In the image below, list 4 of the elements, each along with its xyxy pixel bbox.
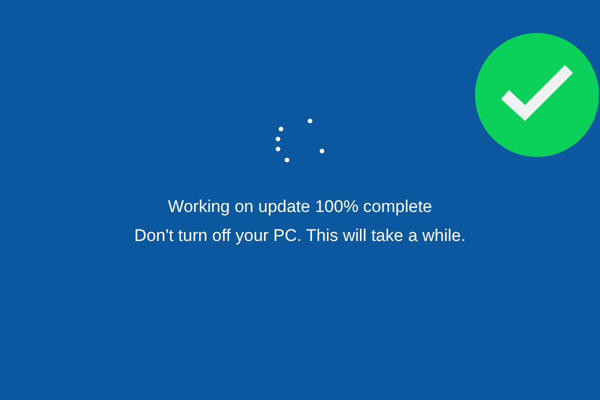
status-text: Working on update 100% complete (168, 196, 432, 218)
status-text: Don't turn off your PC. This will take a while. (134, 225, 466, 247)
checkmark-badge-icon (475, 33, 599, 157)
spinner-icon (275, 117, 325, 165)
